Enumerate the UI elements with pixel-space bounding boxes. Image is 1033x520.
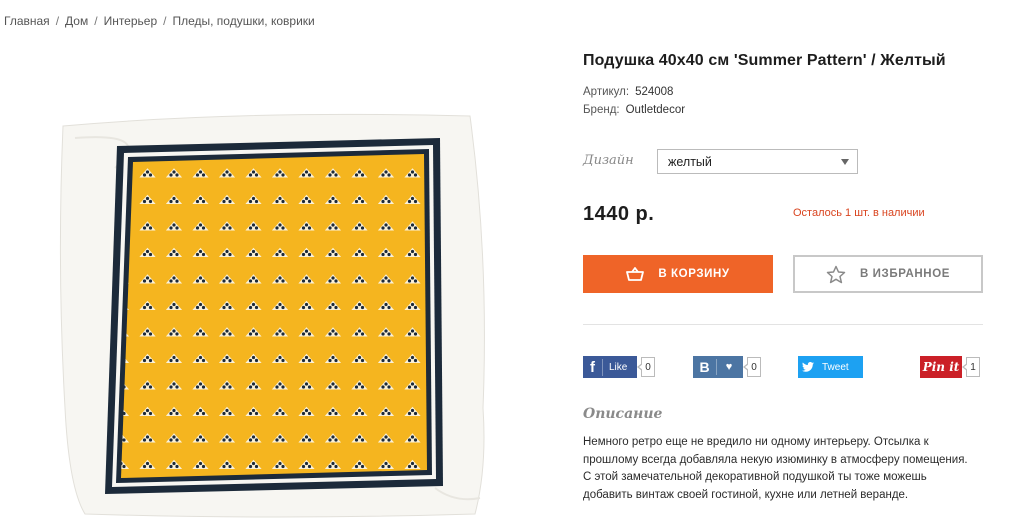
breadcrumb-dom[interactable]: Дом [65, 14, 88, 28]
star-icon [826, 265, 846, 283]
tweet-button[interactable]: Tweet [798, 356, 863, 378]
twitter-bird-icon [798, 362, 818, 372]
facebook-count: 0 [637, 357, 655, 377]
brand-value[interactable]: Outletdecor [626, 104, 685, 116]
design-select-value: желтый [668, 155, 712, 169]
product-title: Подушка 40х40 см 'Summer Pattern' / Желт… [583, 52, 946, 69]
design-select[interactable]: желтый [657, 149, 858, 174]
chevron-down-icon [841, 159, 849, 165]
stock-status: Осталось 1 шт. в наличии [793, 207, 925, 219]
basket-icon [626, 267, 645, 281]
product-sku: Артикул: 524008 [583, 86, 673, 98]
description-text: Немного ретро еще не вредило ни одному и… [583, 434, 993, 504]
pillow-image [59, 113, 485, 518]
sku-label: Артикул: [583, 86, 630, 98]
breadcrumb-home[interactable]: Главная [4, 14, 50, 28]
add-to-cart-button[interactable]: В КОРЗИНУ [583, 255, 773, 293]
breadcrumb: Главная / Дом / Интерьер / Пледы, подушки, ков… [4, 14, 315, 28]
design-label: Дизайн [583, 153, 634, 168]
vk-icon: В [693, 359, 717, 375]
pin-it-button[interactable]: Pin it [920, 356, 962, 378]
description-line: Немного ретро еще не вредило ни одному и… [583, 436, 929, 448]
add-to-favorites-label: В ИЗБРАННОЕ [859, 268, 951, 280]
breadcrumb-separator: / [163, 14, 167, 28]
facebook-share: f Like 0 [583, 356, 655, 378]
facebook-icon: f [583, 358, 603, 376]
heart-icon: ♥ [725, 361, 733, 373]
twitter-share: Tweet [798, 356, 863, 378]
breadcrumb-blankets[interactable]: Пледы, подушки, коврики [172, 14, 314, 28]
facebook-like-label: Like [609, 361, 628, 373]
description-line: добавить винтаж своей гостиной, кухне ил… [583, 488, 909, 501]
vk-share: В ♥ 0 [693, 356, 761, 378]
product-price: 1440 р. [583, 203, 655, 225]
breadcrumb-interior[interactable]: Интерьер [104, 14, 158, 28]
add-to-favorites-button[interactable]: В ИЗБРАННОЕ [793, 255, 983, 293]
pinterest-count: 1 [962, 357, 980, 377]
sku-value: 524008 [635, 86, 674, 98]
breadcrumb-separator: / [94, 14, 98, 28]
description-heading: Описание [583, 406, 663, 422]
vk-like-button[interactable]: В ♥ [693, 356, 743, 378]
vk-count: 0 [743, 357, 761, 377]
divider [583, 324, 983, 325]
description-line: прошлому всегда добавляла некую изюминку… [583, 453, 968, 466]
pinterest-share: Pin it 1 [920, 356, 980, 378]
product-brand: Бренд: Outletdecor [583, 104, 685, 116]
product-image[interactable] [55, 108, 495, 520]
description-line: С этой замечательной декоративной подушк… [583, 471, 927, 483]
add-to-cart-label: В КОРЗИНУ [658, 268, 730, 280]
tweet-label: Tweet [822, 361, 849, 373]
pin-it-label: Pin it [922, 360, 960, 374]
brand-label: Бренд: [583, 104, 620, 116]
breadcrumb-separator: / [55, 14, 60, 28]
facebook-like-button[interactable]: f Like [583, 356, 637, 378]
